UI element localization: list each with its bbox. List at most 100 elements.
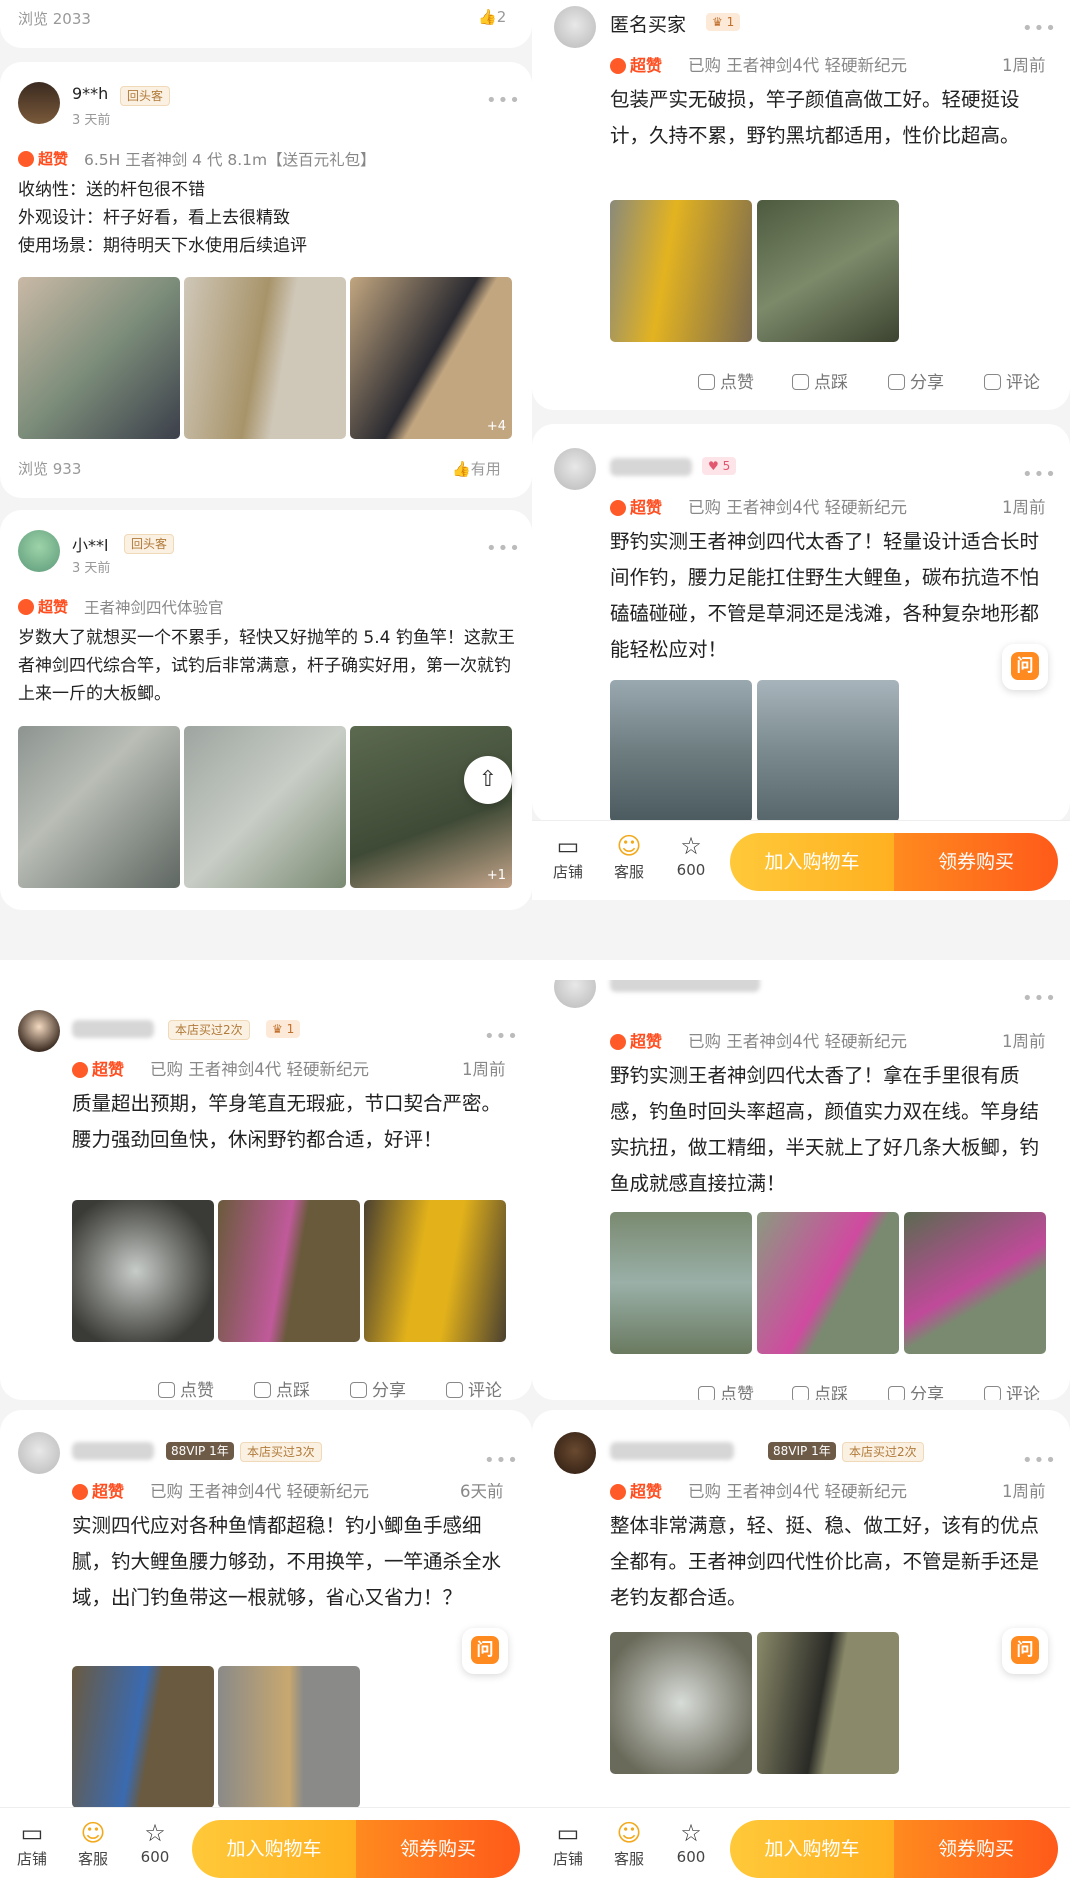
helpful-button[interactable]: 👍有用	[452, 458, 501, 479]
comment-button[interactable]: 评论	[984, 368, 1040, 393]
favorite-button[interactable]: ☆ 600	[669, 831, 713, 879]
review-text: 野钓实测王者神剑四代太香了！轻量设计适合长时间作钓，腰力足能扛住野生大鲤鱼，碳布…	[610, 530, 1040, 661]
review-image[interactable]	[364, 1200, 506, 1342]
shop-button[interactable]: ▭ 店铺	[546, 1818, 590, 1869]
more-icon[interactable]: •••	[1022, 20, 1057, 38]
product-spec: 王者神剑四代体验官	[84, 599, 224, 617]
avatar[interactable]	[554, 448, 596, 490]
review-image[interactable]	[610, 1632, 752, 1774]
dislike-button[interactable]: 点踩	[792, 368, 848, 393]
avatar[interactable]	[18, 1010, 60, 1052]
more-icon[interactable]: •••	[1022, 1452, 1057, 1470]
product-spec: 已购 王者神剑4代 轻硬新纪元	[688, 1482, 907, 1501]
avatar[interactable]	[554, 6, 596, 48]
user-name[interactable]	[610, 980, 760, 992]
shop-button[interactable]: ▭ 店铺	[10, 1818, 54, 1869]
user-name[interactable]: 9**h	[72, 84, 108, 103]
review-image[interactable]	[184, 726, 346, 888]
favorite-button[interactable]: ☆ 600	[133, 1818, 177, 1866]
more-icon[interactable]: •••	[1022, 990, 1057, 1008]
buy-with-coupon-button[interactable]: 领券购买	[356, 1820, 520, 1878]
review-image[interactable]	[184, 277, 346, 439]
returning-customer-badge: 回头客	[120, 86, 171, 106]
review-image[interactable]	[610, 200, 752, 342]
review-image[interactable]	[610, 1212, 752, 1354]
crown-badge: ♛ 1	[706, 13, 741, 31]
review-image[interactable]	[610, 680, 752, 822]
review-image[interactable]: +4	[350, 277, 512, 439]
review-image[interactable]	[904, 1212, 1046, 1354]
comment-button[interactable]: 评论	[446, 1376, 502, 1400]
like-button[interactable]: 点赞	[158, 1376, 214, 1400]
panel-bottom-right: ••• 超赞 已购 王者神剑4代 轻硬新纪元 1周前 野钓实测王者神剑四代太香了…	[532, 980, 1070, 1887]
vip-badge: 88VIP 1年	[768, 1442, 836, 1460]
review-image[interactable]: +1	[350, 726, 512, 888]
comment-button[interactable]: 评论	[984, 1380, 1040, 1400]
dislike-button[interactable]: 点踩	[792, 1380, 848, 1400]
buy-with-coupon-button[interactable]: 领券购买	[894, 833, 1058, 891]
user-name[interactable]	[72, 1020, 154, 1038]
more-icon[interactable]: •••	[486, 92, 521, 110]
review-card: 88VIP 1年 本店买过3次 ••• 超赞 已购 王者神剑4代 轻硬新纪元 6…	[0, 1410, 532, 1830]
user-name[interactable]	[610, 458, 692, 476]
star-icon: ☆	[680, 1819, 702, 1847]
user-name[interactable]: 匿名买家	[610, 10, 686, 37]
product-spec: 6.5H 王者神剑 4 代 8.1m【送百元礼包】	[84, 151, 376, 169]
avatar[interactable]	[554, 1432, 596, 1474]
review-card: ••• 超赞 已购 王者神剑4代 轻硬新纪元 1周前 野钓实测王者神剑四代太香了…	[532, 980, 1070, 1400]
star-icon: ☆	[680, 832, 702, 860]
avatar[interactable]	[18, 530, 60, 572]
more-icon[interactable]: •••	[1022, 466, 1057, 484]
review-image[interactable]	[218, 1200, 360, 1342]
dislike-button[interactable]: 点踩	[254, 1376, 310, 1400]
review-image[interactable]	[18, 726, 180, 888]
user-name[interactable]	[72, 1442, 154, 1460]
favorite-button[interactable]: ☆ 600	[669, 1818, 713, 1866]
review-image[interactable]	[757, 680, 899, 822]
more-icon[interactable]: •••	[484, 1452, 519, 1470]
customer-service-button[interactable]: ☺ 客服	[607, 831, 651, 882]
share-button[interactable]: 分享	[350, 1376, 406, 1400]
super-like-badge: 超赞	[72, 1478, 124, 1502]
shop-button[interactable]: ▭ 店铺	[546, 831, 590, 882]
avatar[interactable]	[554, 980, 596, 1008]
ask-question-button[interactable]: 问	[1002, 1628, 1048, 1674]
review-image[interactable]	[218, 1666, 360, 1808]
shop-icon: ▭	[556, 832, 580, 860]
vip-badge: 88VIP 1年	[166, 1442, 234, 1460]
more-icon[interactable]: •••	[484, 1028, 519, 1046]
review-text: 整体非常满意，轻、挺、稳、做工好，该有的优点全都有。王者神剑四代性价比高，不管是…	[610, 1514, 1040, 1609]
review-time: 1周前	[1002, 1482, 1046, 1501]
add-to-cart-button[interactable]: 加入购物车	[730, 833, 894, 891]
avatar[interactable]	[18, 1432, 60, 1474]
review-image[interactable]	[18, 277, 180, 439]
review-image[interactable]	[72, 1666, 214, 1808]
add-to-cart-button[interactable]: 加入购物车	[192, 1820, 356, 1878]
customer-service-button[interactable]: ☺ 客服	[607, 1818, 651, 1869]
share-button[interactable]: 分享	[888, 368, 944, 393]
share-button[interactable]: 分享	[888, 1380, 944, 1400]
super-like-badge: 超赞	[18, 148, 68, 169]
avatar[interactable]	[18, 82, 60, 124]
more-icon[interactable]: •••	[486, 540, 521, 558]
review-image[interactable]	[72, 1200, 214, 1342]
review-text: 岁数大了就想买一个不累手，轻快又好抛竿的 5.4 钓鱼竿！这款王者神剑四代综合竿…	[18, 628, 515, 704]
like-button[interactable]: 点赞	[698, 368, 754, 393]
review-image[interactable]	[757, 200, 899, 342]
user-name[interactable]: 小**l	[72, 532, 108, 556]
customer-service-button[interactable]: ☺ 客服	[71, 1818, 115, 1869]
like-button[interactable]: 点赞	[698, 1380, 754, 1400]
product-spec: 已购 王者神剑4代 轻硬新纪元	[150, 1482, 369, 1501]
super-like-badge: 超赞	[610, 1028, 662, 1052]
user-name[interactable]	[610, 1442, 734, 1460]
crown-badge: ♛ 1	[266, 1020, 301, 1038]
review-time: 3 天前	[72, 113, 111, 128]
review-image[interactable]	[757, 1212, 899, 1354]
like-count[interactable]: 👍2	[478, 8, 506, 26]
ask-question-button[interactable]: 问	[462, 1628, 508, 1674]
back-to-top-button[interactable]: ⇧	[464, 756, 512, 804]
review-image[interactable]	[757, 1632, 899, 1774]
add-to-cart-button[interactable]: 加入购物车	[730, 1820, 894, 1878]
ask-question-button[interactable]: 问	[1002, 644, 1048, 690]
buy-with-coupon-button[interactable]: 领券购买	[894, 1820, 1058, 1878]
